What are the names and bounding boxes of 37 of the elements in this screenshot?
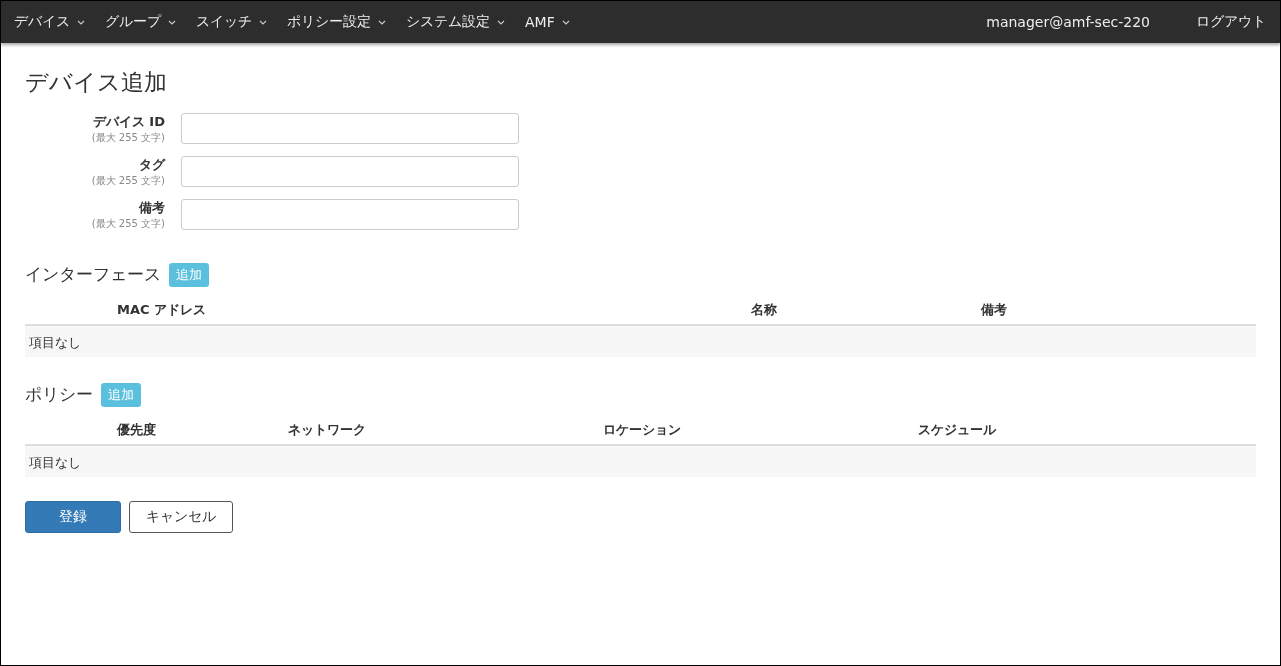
column-header: 備考 bbox=[981, 300, 1008, 319]
caret-icon bbox=[168, 19, 176, 25]
empty-text: 項目なし bbox=[29, 454, 81, 470]
column-header: 名称 bbox=[751, 300, 778, 319]
nav-menu[interactable]: ポリシー設定 bbox=[287, 13, 386, 31]
nav-menu[interactable]: システム設定 bbox=[406, 13, 505, 31]
field-hint: (最大 255 文字) bbox=[91, 173, 165, 188]
empty-text: 項目なし bbox=[29, 334, 81, 350]
field-hint: (最大 255 文字) bbox=[91, 216, 165, 231]
input-field[interactable] bbox=[181, 156, 519, 188]
field-hint: (最大 255 文字) bbox=[91, 130, 165, 145]
nav-menu[interactable]: グループ bbox=[105, 13, 176, 31]
nav-menu[interactable]: デバイス bbox=[14, 13, 85, 31]
nav-menu[interactable]: AMF bbox=[525, 13, 570, 31]
field-label: 備考 bbox=[139, 198, 165, 217]
cancel-button[interactable]: キャンセル bbox=[129, 500, 233, 533]
column-header: スケジュール bbox=[918, 420, 997, 439]
nav-menu[interactable]: スイッチ bbox=[196, 13, 267, 31]
column-header: ロケーション bbox=[603, 420, 682, 439]
column-header: ネットワーク bbox=[288, 420, 367, 439]
logout-link[interactable]: ログアウト bbox=[1196, 13, 1266, 31]
input-field[interactable] bbox=[181, 199, 519, 231]
caret-icon bbox=[378, 19, 386, 25]
caret-icon bbox=[77, 19, 85, 25]
column-header: 優先度 bbox=[117, 420, 157, 439]
caret-icon bbox=[561, 19, 570, 25]
section-title: インターフェース bbox=[25, 263, 161, 287]
page-title: デバイス追加 bbox=[25, 69, 167, 97]
user-name: manager@amf-sec-220 bbox=[986, 14, 1150, 30]
submit-button[interactable]: 登録 bbox=[25, 500, 121, 533]
caret-icon bbox=[259, 19, 267, 25]
column-header: MAC アドレス bbox=[117, 300, 208, 319]
section-title: ポリシー bbox=[25, 383, 93, 407]
field-label: タグ bbox=[139, 155, 165, 174]
caret-icon bbox=[497, 19, 505, 25]
field-label: デバイス ID bbox=[92, 112, 165, 131]
input-field[interactable] bbox=[181, 113, 519, 145]
